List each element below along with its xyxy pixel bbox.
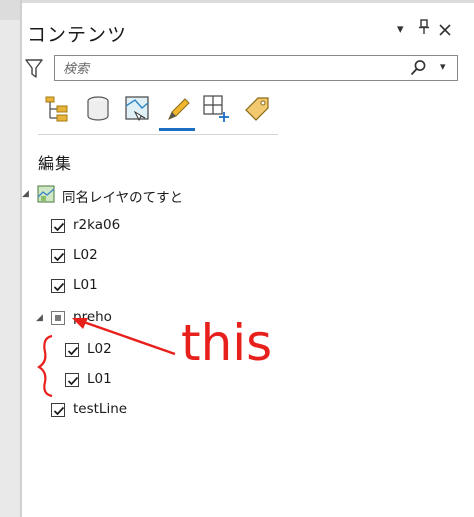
tree-item-label[interactable]: L01 bbox=[73, 277, 98, 293]
expand-collapse-icon[interactable]: ◢ bbox=[22, 189, 32, 199]
tree-item-label[interactable]: testLine bbox=[73, 401, 127, 417]
panel-border bbox=[21, 0, 22, 517]
pin-icon[interactable] bbox=[418, 19, 430, 39]
panel-title: コンテンツ bbox=[27, 24, 128, 46]
annotation-text: this bbox=[181, 314, 273, 372]
list-by-editing-icon[interactable] bbox=[163, 94, 193, 124]
search-box[interactable]: ▾ bbox=[54, 55, 458, 81]
tree-item-label[interactable]: r2ka06 bbox=[73, 217, 120, 233]
close-icon[interactable] bbox=[438, 17, 452, 42]
list-by-drawing-order-icon[interactable] bbox=[44, 94, 74, 124]
left-dock-strip-header bbox=[0, 0, 20, 20]
expand-collapse-icon[interactable]: ◢ bbox=[36, 313, 46, 323]
layer-checkbox[interactable] bbox=[51, 279, 65, 293]
tree-item-label[interactable]: L02 bbox=[73, 247, 98, 263]
tree-item-label[interactable]: L02 bbox=[87, 341, 112, 357]
list-by-data-source-icon[interactable] bbox=[84, 94, 114, 124]
search-icon[interactable] bbox=[410, 59, 426, 77]
layer-checkbox[interactable] bbox=[51, 219, 65, 233]
left-dock-strip bbox=[0, 0, 21, 517]
map-layer-group-icon bbox=[37, 185, 55, 203]
layer-checkbox[interactable] bbox=[65, 343, 79, 357]
selected-tool-indicator bbox=[159, 128, 195, 131]
list-by-labeling-icon[interactable] bbox=[242, 94, 272, 124]
layer-checkbox[interactable] bbox=[51, 249, 65, 263]
annotation-brace bbox=[36, 334, 53, 398]
filter-icon[interactable] bbox=[25, 58, 43, 80]
tree-item-label[interactable]: L01 bbox=[87, 371, 112, 387]
chevron-down-icon[interactable]: ▾ bbox=[397, 22, 404, 37]
tool-divider bbox=[38, 134, 278, 135]
list-by-snapping-icon[interactable] bbox=[202, 94, 232, 124]
tree-group-label[interactable]: 同名レイヤのてすと bbox=[62, 186, 183, 206]
list-by-selection-icon[interactable] bbox=[123, 94, 153, 124]
panel-top-edge bbox=[22, 0, 474, 3]
group-checkbox-indeterminate[interactable] bbox=[51, 311, 65, 325]
tree-group-label[interactable]: preho bbox=[73, 309, 112, 325]
section-title: 編集 bbox=[38, 154, 73, 173]
chevron-down-icon[interactable]: ▾ bbox=[440, 60, 446, 73]
search-input[interactable] bbox=[61, 58, 395, 80]
layer-checkbox[interactable] bbox=[65, 373, 79, 387]
layer-checkbox[interactable] bbox=[51, 403, 65, 417]
